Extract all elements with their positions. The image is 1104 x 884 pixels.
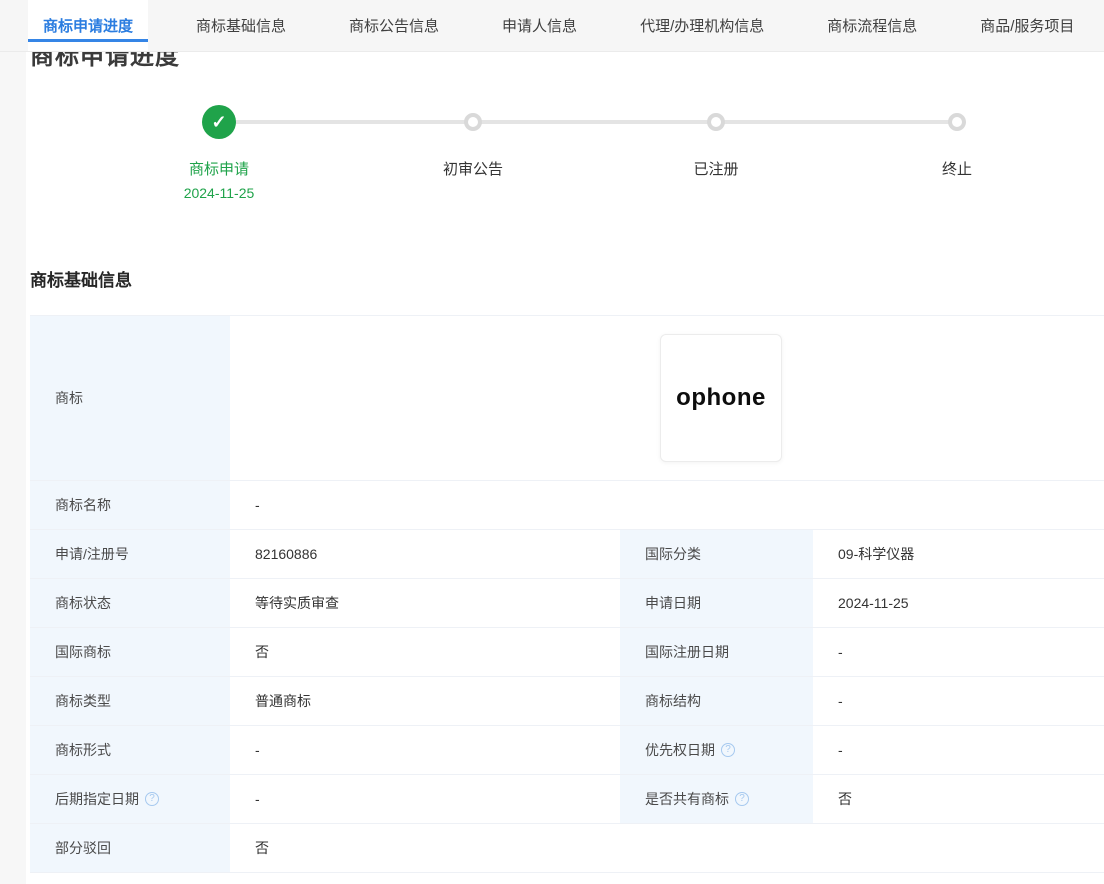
row-value-2: 2024-11-25 — [813, 579, 1104, 628]
left-gutter — [0, 52, 26, 884]
step-pending-circle — [948, 113, 966, 131]
step-date-application: 2024-11-25 — [119, 185, 319, 201]
table-row-trademark: 商标 ophone — [30, 316, 1104, 481]
tab-label: 商标基础信息 — [196, 15, 286, 36]
tab-basic-info[interactable]: 商标基础信息 — [181, 0, 301, 51]
table-row-partial-rejection: 部分驳回 否 — [30, 824, 1104, 873]
tab-announcement-info[interactable]: 商标公告信息 — [334, 0, 454, 51]
row-label: 商标名称 — [30, 481, 230, 530]
table-row-later-designation-date: 后期指定日期 ? - 是否共有商标 ? 否 — [30, 775, 1104, 824]
step-done-circle: ✓ — [202, 105, 236, 139]
tab-label: 商标公告信息 — [349, 15, 439, 36]
row-value: - — [230, 481, 1104, 530]
basic-info-table: 商标 ophone 商标名称 - 申请/注册号 82160886 国际分类 09… — [30, 315, 1104, 873]
trademark-image-text: ophone — [676, 384, 766, 412]
step-label-preliminary-announcement: 初审公告 — [373, 158, 573, 179]
tab-application-progress[interactable]: 商标申请进度 — [28, 0, 148, 51]
table-row-trademark-form: 商标形式 - 优先权日期 ? - — [30, 726, 1104, 775]
check-icon: ✓ — [211, 112, 226, 133]
row-label-2: 申请日期 — [620, 579, 813, 628]
tab-label: 商品/服务项目 — [980, 15, 1074, 36]
tab-label: 商标申请进度 — [43, 15, 133, 36]
table-row-registration-number: 申请/注册号 82160886 国际分类 09-科学仪器 — [30, 530, 1104, 579]
trademark-image[interactable]: ophone — [660, 334, 782, 462]
row-label: 商标状态 — [30, 579, 230, 628]
basic-info-table-clip: 商标 ophone 商标名称 - 申请/注册号 82160886 国际分类 09… — [30, 315, 1104, 873]
tab-bar: 商标申请进度 商标基础信息 商标公告信息 申请人信息 代理/办理机构信息 商标流… — [0, 0, 1104, 52]
tab-label: 商标流程信息 — [827, 15, 917, 36]
row-label-2-text: 优先权日期 — [645, 740, 715, 760]
help-icon[interactable]: ? — [145, 792, 159, 806]
row-label: 部分驳回 — [30, 824, 230, 873]
row-value: 否 — [230, 628, 620, 677]
row-label: 商标形式 — [30, 726, 230, 775]
row-label: 申请/注册号 — [30, 530, 230, 579]
section-title-basic-info: 商标基础信息 — [30, 266, 132, 291]
help-icon[interactable]: ? — [721, 743, 735, 757]
row-value: 否 — [230, 824, 1104, 873]
row-label: 国际商标 — [30, 628, 230, 677]
tab-label: 申请人信息 — [502, 15, 577, 36]
help-icon[interactable]: ? — [735, 792, 749, 806]
row-value-2: - — [813, 677, 1104, 726]
row-value-2: 否 — [813, 775, 1104, 824]
row-label-2: 国际注册日期 — [620, 628, 813, 677]
row-label: 商标类型 — [30, 677, 230, 726]
row-value-2: - — [813, 628, 1104, 677]
table-row-trademark-status: 商标状态 等待实质审查 申请日期 2024-11-25 — [30, 579, 1104, 628]
step-pending-circle — [707, 113, 725, 131]
row-value: - — [230, 726, 620, 775]
table-row-international-trademark: 国际商标 否 国际注册日期 - — [30, 628, 1104, 677]
row-value-2: - — [813, 726, 1104, 775]
stepper-connector-line — [219, 120, 957, 124]
tab-process-info[interactable]: 商标流程信息 — [812, 0, 932, 51]
row-label-2-text: 是否共有商标 — [645, 789, 729, 809]
active-tab-underline — [28, 39, 148, 42]
step-label-application: 商标申请 — [119, 158, 319, 179]
step-label-terminated: 终止 — [857, 158, 1057, 179]
row-value: 82160886 — [230, 530, 620, 579]
table-row-trademark-type: 商标类型 普通商标 商标结构 - — [30, 677, 1104, 726]
row-value-2: 09-科学仪器 — [813, 530, 1104, 579]
row-value: 普通商标 — [230, 677, 620, 726]
tab-goods-services[interactable]: 商品/服务项目 — [965, 0, 1089, 51]
tab-applicant-info[interactable]: 申请人信息 — [487, 0, 592, 51]
step-label-registered: 已注册 — [616, 158, 816, 179]
row-value: 等待实质审查 — [230, 579, 620, 628]
row-label: 后期指定日期 ? — [30, 775, 230, 824]
tab-label: 代理/办理机构信息 — [640, 15, 764, 36]
step-pending-circle — [464, 113, 482, 131]
row-label-text: 后期指定日期 — [55, 789, 139, 809]
row-label-2: 是否共有商标 ? — [620, 775, 813, 824]
table-row-trademark-name: 商标名称 - — [30, 481, 1104, 530]
row-label-2: 优先权日期 ? — [620, 726, 813, 775]
trademark-image-cell: ophone — [230, 316, 1104, 481]
tab-agency-info[interactable]: 代理/办理机构信息 — [625, 0, 779, 51]
row-label-2: 国际分类 — [620, 530, 813, 579]
row-label: 商标 — [30, 316, 230, 481]
row-value: - — [230, 775, 620, 824]
row-label-2: 商标结构 — [620, 677, 813, 726]
